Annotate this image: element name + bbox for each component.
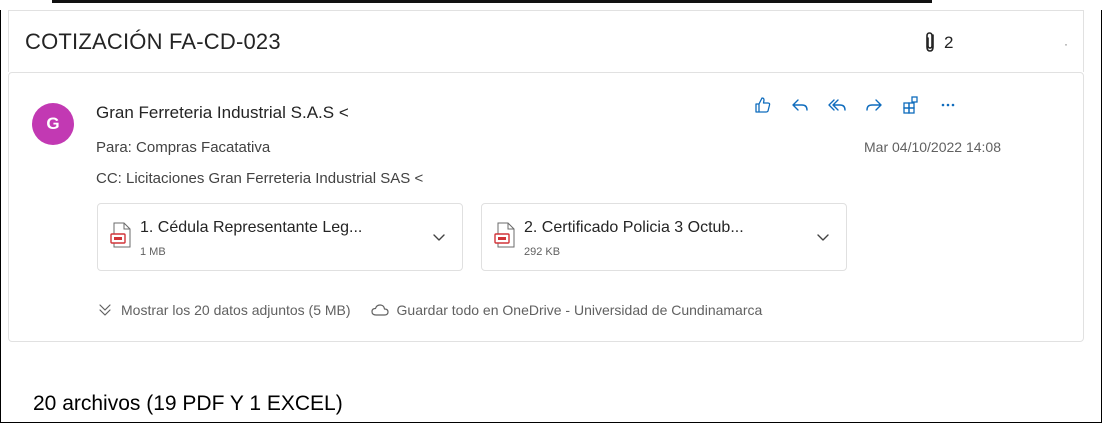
attachment-size: 292 KB — [524, 246, 561, 258]
chevron-down-icon[interactable] — [430, 228, 448, 246]
pdf-file-icon — [110, 222, 131, 248]
caption-note: 20 archivos (19 PDF Y 1 EXCEL) — [33, 392, 343, 415]
thumbs-up-icon — [754, 97, 770, 113]
to-recipients: Para: Compras Facatativa — [96, 139, 271, 156]
attachment-count: 2 — [944, 33, 954, 52]
more-button[interactable] — [929, 93, 966, 117]
email-header: COTIZACIÓN FA-CD-023 2 · — [8, 10, 1084, 72]
email-date: Mar 04/10/2022 14:08 — [864, 139, 1001, 155]
apps-button[interactable] — [892, 93, 929, 117]
reply-all-icon — [827, 99, 846, 111]
attachment-name: 1. Cédula Representante Leg... — [140, 219, 363, 236]
sender-name[interactable]: Gran Ferreteria Industrial S.A.S < — [96, 103, 349, 123]
message-actions — [744, 93, 966, 117]
cc-recipients: CC: Licitaciones Gran Ferreteria Industr… — [96, 170, 424, 187]
attachment-card[interactable]: 1. Cédula Representante Leg... 1 MB — [97, 203, 463, 271]
divider-mark: · — [1064, 37, 1068, 51]
double-chevron-down-icon — [99, 304, 111, 316]
paperclip-icon — [926, 32, 934, 52]
email-subject: COTIZACIÓN FA-CD-023 — [25, 29, 281, 54]
attachment-name: 2. Certificado Policia 3 Octub... — [524, 219, 744, 236]
like-button[interactable] — [744, 93, 781, 117]
more-icon — [941, 103, 954, 107]
apps-icon — [902, 96, 918, 114]
avatar[interactable]: G — [32, 103, 74, 145]
email-message: G Gran Ferreteria Industrial S.A.S < Par… — [8, 72, 1084, 342]
pdf-file-icon — [494, 222, 515, 248]
cloud-icon — [370, 304, 389, 316]
chevron-down-icon[interactable] — [814, 228, 832, 246]
show-all-attachments-link[interactable]: Mostrar los 20 datos adjuntos (5 MB) — [121, 302, 351, 318]
forward-icon — [865, 99, 882, 111]
save-all-onedrive-link[interactable]: Guardar todo en OneDrive - Universidad d… — [397, 302, 763, 318]
attachment-card[interactable]: 2. Certificado Policia 3 Octub... 292 KB — [481, 203, 847, 271]
forward-button[interactable] — [855, 93, 892, 117]
reply-icon — [791, 99, 808, 111]
attachment-size: 1 MB — [140, 246, 166, 258]
reply-button[interactable] — [781, 93, 818, 117]
reply-all-button[interactable] — [818, 93, 855, 117]
cropped-edge — [52, 0, 932, 3]
attachment-actions: Mostrar los 20 datos adjuntos (5 MB) Gua… — [97, 302, 762, 318]
top-strip — [0, 0, 1102, 10]
